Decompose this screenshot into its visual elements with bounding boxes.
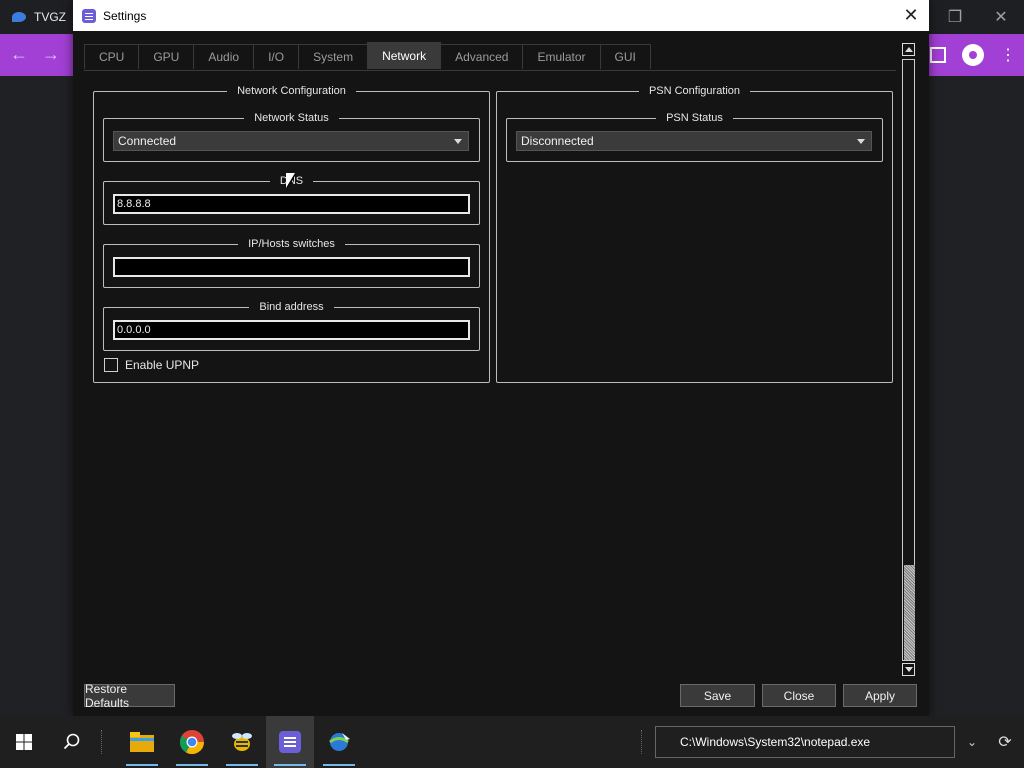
settings-tabs: CPU GPU Audio I/O System Network Advance… — [84, 42, 651, 70]
chevron-down-icon — [454, 139, 462, 144]
scrollbar-track[interactable] — [902, 59, 915, 661]
window-title: Settings — [103, 8, 147, 23]
ip-hosts-input[interactable] — [113, 257, 470, 277]
tab-audio[interactable]: Audio — [193, 44, 255, 69]
psn-status-combo[interactable]: Disconnected — [516, 131, 872, 151]
network-status-value: Connected — [118, 134, 177, 148]
scrollbar-thumb[interactable] — [904, 565, 915, 660]
taskbar-address-box[interactable]: C:\Windows\System32\notepad.exe — [655, 726, 955, 758]
tab-gpu[interactable]: GPU — [138, 44, 195, 69]
window-titlebar: Settings ✕ — [73, 0, 929, 31]
site-favicon-icon — [12, 12, 26, 22]
tab-divider — [84, 70, 896, 71]
browser-restore-icon[interactable]: ❐ — [932, 0, 978, 34]
mouse-cursor-icon — [286, 173, 295, 188]
ip-hosts-label: IP/Hosts switches — [248, 238, 335, 250]
sidepanel-icon[interactable] — [930, 47, 946, 63]
tab-io[interactable]: I/O — [253, 44, 300, 69]
tab-cpu[interactable]: CPU — [84, 44, 140, 69]
vertical-scrollbar[interactable] — [902, 43, 916, 677]
bee-app-icon[interactable] — [218, 716, 266, 768]
refresh-icon[interactable]: ⟳ — [988, 716, 1022, 768]
bind-address-input[interactable] — [113, 320, 470, 340]
browser-menu-icon[interactable]: ⋮ — [1000, 45, 1016, 65]
tab-system[interactable]: System — [298, 44, 369, 69]
browser-tab-title: TVGZ — [34, 10, 66, 24]
window-close-icon[interactable]: ✕ — [899, 4, 923, 26]
dns-input[interactable] — [113, 194, 470, 214]
network-status-combo[interactable]: Connected — [113, 131, 469, 151]
chevron-down-icon[interactable]: ⌄ — [958, 716, 986, 768]
apply-button[interactable]: Apply — [843, 684, 917, 707]
tab-gui[interactable]: GUI — [599, 44, 651, 69]
enable-upnp-label: Enable UPNP — [125, 358, 200, 372]
windows-start-icon[interactable] — [0, 716, 48, 768]
enable-upnp-checkbox[interactable]: Enable UPNP — [104, 358, 199, 372]
psn-status-label: PSN Status — [666, 112, 723, 124]
taskbar: C:\Windows\System32\notepad.exe ⌄ ⟳ — [0, 716, 1024, 768]
taskbar-separator — [100, 716, 104, 768]
network-status-label: Network Status — [254, 112, 329, 124]
psn-status-value: Disconnected — [521, 134, 594, 148]
rpcs3-taskbar-icon[interactable] — [266, 716, 314, 768]
browser-close-icon[interactable]: ✕ — [978, 0, 1024, 34]
browser-tab[interactable]: TVGZ — [12, 6, 66, 28]
tab-advanced[interactable]: Advanced — [440, 44, 524, 69]
search-icon[interactable] — [48, 716, 96, 768]
scroll-up-arrow-icon[interactable] — [902, 43, 915, 56]
checkbox-box[interactable] — [104, 358, 118, 372]
chevron-down-icon — [857, 139, 865, 144]
settings-window: Settings ✕ CPU GPU Audio I/O System Netw… — [73, 0, 929, 716]
back-arrow-icon[interactable]: ← — [10, 44, 28, 65]
network-configuration-title: Network Configuration — [237, 85, 346, 97]
tab-network[interactable]: Network — [367, 42, 442, 69]
file-explorer-icon[interactable] — [118, 716, 166, 768]
profile-avatar-icon[interactable] — [962, 44, 984, 66]
scroll-down-arrow-icon[interactable] — [902, 663, 915, 676]
rpcs3-app-icon — [82, 8, 96, 23]
taskbar-separator — [640, 716, 644, 768]
bind-address-label: Bind address — [259, 301, 324, 313]
chrome-icon[interactable] — [168, 716, 216, 768]
forward-arrow-icon[interactable]: → — [42, 44, 60, 65]
restore-defaults-button[interactable]: Restore Defaults — [84, 682, 175, 710]
tab-emulator[interactable]: Emulator — [522, 44, 601, 69]
network-app-icon[interactable] — [315, 716, 363, 768]
psn-configuration-title: PSN Configuration — [648, 85, 741, 97]
save-button[interactable]: Save — [680, 684, 755, 707]
close-button[interactable]: Close — [762, 684, 836, 707]
